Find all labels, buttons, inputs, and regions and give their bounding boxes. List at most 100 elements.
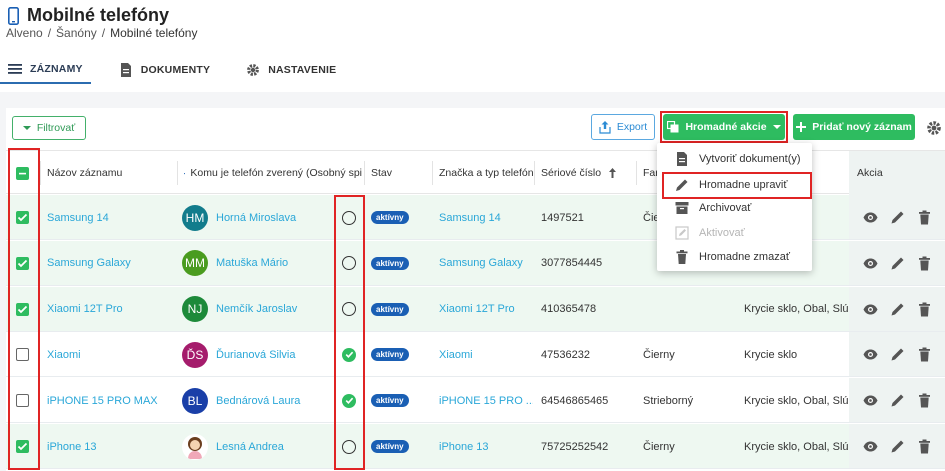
brand-link[interactable]: Xiaomi	[439, 332, 533, 377]
gear-icon	[247, 64, 260, 76]
plus-icon	[796, 122, 807, 132]
avatar: ĎS	[182, 341, 208, 368]
record-name-link[interactable]: Xiaomi	[47, 332, 175, 377]
record-name-link[interactable]: iPHONE 15 PRO MAX	[47, 378, 175, 423]
row-actions	[849, 378, 945, 423]
serial-number: 3077854445	[541, 257, 603, 270]
eye-icon[interactable]	[863, 439, 878, 454]
menu-item-label: Archivovať	[699, 201, 752, 214]
status-badge: aktívny	[371, 302, 409, 316]
assignee-cell: NJ Nemčík Jaroslav	[182, 287, 332, 332]
breadcrumb-item-sanony[interactable]: Šanóny	[56, 26, 97, 40]
color-value: Strieborný	[643, 394, 694, 407]
color-value	[643, 287, 738, 332]
serial-number: 410365478	[541, 303, 597, 316]
avatar-initials: ĎS	[186, 347, 204, 362]
assignee-link[interactable]: Bednárová Laura	[216, 395, 300, 407]
settings-gear-icon[interactable]	[926, 120, 942, 136]
add-record-label: Pridať nový záznam	[812, 121, 912, 133]
col-header-serial[interactable]: Sériové číslo	[541, 151, 637, 195]
col-header-name[interactable]: Názov záznamu	[47, 151, 177, 195]
trash-icon[interactable]	[917, 256, 932, 271]
menu-item-archive[interactable]: Archivovať	[657, 196, 812, 219]
pencil-icon[interactable]	[890, 393, 905, 408]
actions-cell	[863, 241, 932, 286]
assignee-link[interactable]: Nemčík Jaroslav	[216, 303, 297, 315]
status-cell: aktívny	[371, 195, 409, 240]
pencil-icon[interactable]	[890, 210, 905, 225]
bulk-actions-menu: Vytvoriť dokument(y) Hromadne upraviť Ar…	[657, 143, 812, 271]
accessories-value: Krycie sklo, Obal, Slú...	[744, 303, 849, 316]
pencil-icon[interactable]	[890, 347, 905, 362]
brand-link[interactable]: Samsung 14	[439, 195, 533, 240]
eye-icon[interactable]	[863, 210, 878, 225]
brand-link[interactable]: Xiaomi 12T Pro	[439, 287, 533, 332]
assignee-link[interactable]: Lesná Andrea	[216, 441, 284, 453]
column-divider	[364, 161, 365, 185]
brand-link[interactable]: iPhone 13	[439, 424, 533, 469]
accessories-value: Krycie sklo, Obal, Slú...	[744, 440, 849, 453]
avatar-initials: NJ	[187, 302, 203, 317]
record-name-link[interactable]: Xiaomi 12T Pro	[47, 287, 175, 332]
row-actions	[849, 424, 945, 468]
assignee-link[interactable]: Ďurianová Silvia	[216, 349, 295, 361]
brand-link[interactable]: Samsung Galaxy	[439, 241, 533, 286]
bulk-actions-highlight	[660, 111, 788, 143]
table-row[interactable]: iPHONE 15 PRO MAX BL Bednárová Laura aktívn…	[6, 378, 945, 424]
record-name-link[interactable]: iPhone 13	[47, 424, 175, 469]
actions-cell	[863, 332, 932, 377]
col-header-assignee-label: Komu je telefón zverený (Osobný spi	[190, 167, 362, 179]
menu-item-label: Aktivovať	[699, 226, 745, 239]
trash-icon[interactable]	[917, 439, 932, 454]
assignee-cell: MM Matuška Mário	[182, 241, 332, 286]
eye-icon[interactable]	[863, 302, 878, 317]
eye-icon[interactable]	[863, 393, 878, 408]
col-header-brand[interactable]: Značka a typ telefónu	[439, 151, 534, 195]
trash-icon[interactable]	[917, 347, 932, 362]
avatar-initials: HM	[185, 210, 205, 225]
serial-number: 64546865465	[541, 394, 609, 407]
pencil-icon[interactable]	[890, 302, 905, 317]
assignee-cell: HM Horná Miroslava	[182, 195, 332, 240]
actions-cell	[863, 378, 932, 423]
menu-item-bulk-delete[interactable]: Hromadne zmazať	[657, 245, 812, 268]
status-cell: aktívny	[371, 332, 409, 377]
filter-button[interactable]: Filtrovať	[12, 116, 86, 140]
caret-down-icon	[22, 126, 31, 130]
record-name-link[interactable]: Samsung 14	[47, 195, 175, 240]
col-header-actions: Akcia	[849, 151, 945, 195]
tab-zaznamy[interactable]: ZÁZNAMY	[0, 56, 91, 84]
trash-icon[interactable]	[917, 393, 932, 408]
edit-box-icon	[675, 225, 689, 240]
actions-cell	[863, 195, 932, 240]
breadcrumb-item-current: Mobilné telefóny	[110, 26, 198, 40]
table-row[interactable]: iPhone 13 Lesná Andrea aktívny iPhone 13 757…	[6, 424, 945, 469]
record-name-link[interactable]: Samsung Galaxy	[47, 241, 175, 286]
table-row[interactable]: Xiaomi ĎS Ďurianová Silvia aktívny Xiaomi 475…	[6, 332, 945, 378]
trash-icon[interactable]	[917, 210, 932, 225]
trash-icon[interactable]	[917, 302, 932, 317]
tab-nastavenie[interactable]: NASTAVENIE	[238, 56, 344, 84]
eye-icon[interactable]	[863, 256, 878, 271]
col-header-status[interactable]: Stav	[371, 151, 431, 195]
assignee-link[interactable]: Horná Miroslava	[216, 212, 296, 224]
row-actions	[849, 240, 945, 286]
serial-number: 47536232	[541, 348, 590, 361]
row-actions	[849, 332, 945, 377]
brand-link[interactable]: iPHONE 15 PRO ...	[439, 378, 533, 423]
menu-item-create-document[interactable]: Vytvoriť dokument(y)	[657, 147, 812, 170]
table-row[interactable]: Xiaomi 12T Pro NJ Nemčík Jaroslav aktívny Xi…	[6, 286, 945, 332]
breadcrumb-item-alveno[interactable]: Alveno	[6, 26, 43, 40]
pencil-icon[interactable]	[890, 256, 905, 271]
col-header-assignee[interactable]: Komu je telefón zverený (Osobný spi	[184, 151, 362, 195]
actions-cell	[863, 424, 932, 469]
column-divider	[40, 161, 41, 185]
assignee-link[interactable]: Matuška Mário	[216, 257, 288, 269]
add-record-button[interactable]: Pridať nový záznam	[793, 114, 915, 140]
eye-icon[interactable]	[863, 347, 878, 362]
tab-dokumenty[interactable]: DOKUMENTY	[111, 56, 218, 84]
status-cell: aktívny	[371, 287, 409, 332]
export-button[interactable]: Export	[591, 114, 655, 140]
status-badge: aktívny	[371, 440, 409, 453]
pencil-icon[interactable]	[890, 439, 905, 454]
